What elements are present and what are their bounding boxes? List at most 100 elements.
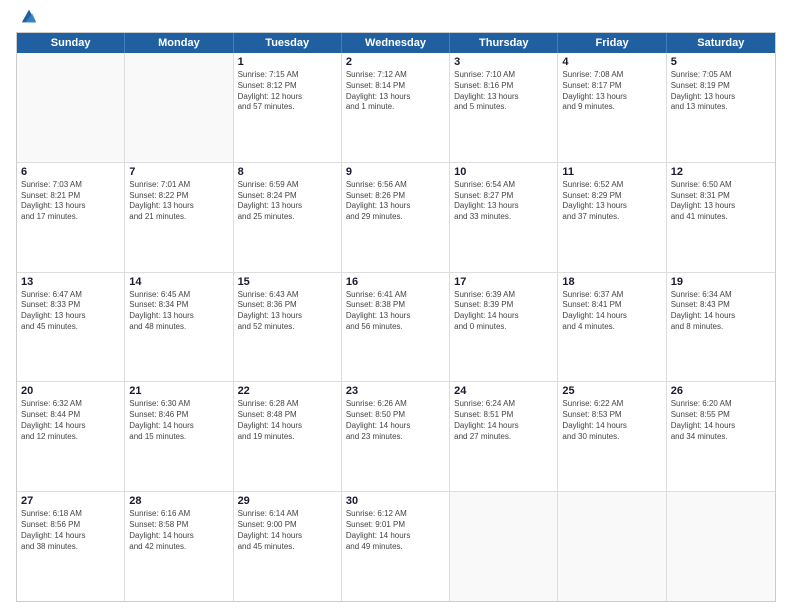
cell-info-line: and 19 minutes. — [238, 432, 337, 443]
day-number: 6 — [21, 166, 120, 178]
cell-info-line: Sunrise: 6:41 AM — [346, 290, 445, 301]
cell-info-line: Sunrise: 7:12 AM — [346, 70, 445, 81]
cell-info-line: Sunrise: 6:54 AM — [454, 180, 553, 191]
cell-info-line: Sunrise: 6:16 AM — [129, 509, 228, 520]
cell-info-line: and 52 minutes. — [238, 322, 337, 333]
cell-info-line: Sunrise: 6:50 AM — [671, 180, 771, 191]
cell-info-line: and 25 minutes. — [238, 212, 337, 223]
calendar-cell: 8Sunrise: 6:59 AMSunset: 8:24 PMDaylight… — [234, 163, 342, 272]
calendar-cell: 29Sunrise: 6:14 AMSunset: 9:00 PMDayligh… — [234, 492, 342, 601]
calendar-cell: 26Sunrise: 6:20 AMSunset: 8:55 PMDayligh… — [667, 382, 775, 491]
cell-info-line: and 37 minutes. — [562, 212, 661, 223]
cell-info-line: and 1 minute. — [346, 102, 445, 113]
day-number: 27 — [21, 495, 120, 507]
calendar-cell: 23Sunrise: 6:26 AMSunset: 8:50 PMDayligh… — [342, 382, 450, 491]
cell-info-line: Sunrise: 6:28 AM — [238, 399, 337, 410]
cell-info-line: Sunset: 8:41 PM — [562, 300, 661, 311]
day-number: 25 — [562, 385, 661, 397]
calendar-cell: 24Sunrise: 6:24 AMSunset: 8:51 PMDayligh… — [450, 382, 558, 491]
cell-info-line: Sunrise: 6:37 AM — [562, 290, 661, 301]
cell-info-line: and 42 minutes. — [129, 542, 228, 553]
calendar-header-row: SundayMondayTuesdayWednesdayThursdayFrid… — [17, 33, 775, 53]
calendar-cell: 13Sunrise: 6:47 AMSunset: 8:33 PMDayligh… — [17, 273, 125, 382]
cell-info-line: Sunrise: 6:52 AM — [562, 180, 661, 191]
cell-info-line: and 12 minutes. — [21, 432, 120, 443]
cell-info-line: Sunset: 8:43 PM — [671, 300, 771, 311]
calendar-cell: 14Sunrise: 6:45 AMSunset: 8:34 PMDayligh… — [125, 273, 233, 382]
calendar-cell: 1Sunrise: 7:15 AMSunset: 8:12 PMDaylight… — [234, 53, 342, 162]
cell-info-line: Sunset: 8:50 PM — [346, 410, 445, 421]
cell-info-line: Sunset: 8:39 PM — [454, 300, 553, 311]
cell-info-line: Sunrise: 7:10 AM — [454, 70, 553, 81]
cell-info-line: and 33 minutes. — [454, 212, 553, 223]
cell-info-line: Sunrise: 7:05 AM — [671, 70, 771, 81]
calendar-cell: 19Sunrise: 6:34 AMSunset: 8:43 PMDayligh… — [667, 273, 775, 382]
cell-info-line: Sunrise: 7:01 AM — [129, 180, 228, 191]
day-number: 30 — [346, 495, 445, 507]
cell-info-line: Sunset: 8:14 PM — [346, 81, 445, 92]
cell-info-line: Sunset: 8:38 PM — [346, 300, 445, 311]
calendar-cell: 22 Sunrise: 6:28 AMSunset: 8:48 PMDayligh… — [234, 382, 342, 491]
cell-info-line: and 4 minutes. — [562, 322, 661, 333]
calendar-row-2: 6Sunrise: 7:03 AMSunset: 8:21 PMDaylight… — [17, 163, 775, 273]
weekday-header-monday: Monday — [125, 33, 233, 53]
day-number: 24 — [454, 385, 553, 397]
calendar-cell: 4Sunrise: 7:08 AMSunset: 8:17 PMDaylight… — [558, 53, 666, 162]
day-number: 12 — [671, 166, 771, 178]
cell-info-line: Sunset: 8:48 PM — [238, 410, 337, 421]
day-number: 22 — [238, 385, 337, 397]
cell-info-line: Daylight: 13 hours — [129, 311, 228, 322]
cell-info-line: Daylight: 13 hours — [21, 201, 120, 212]
cell-info-line: Sunrise: 6:56 AM — [346, 180, 445, 191]
day-number: 17 — [454, 276, 553, 288]
weekday-header-thursday: Thursday — [450, 33, 558, 53]
day-number: 28 — [129, 495, 228, 507]
cell-info-line: and 56 minutes. — [346, 322, 445, 333]
cell-info-line: Daylight: 13 hours — [562, 201, 661, 212]
cell-info-line: Daylight: 13 hours — [454, 92, 553, 103]
cell-info-line: and 27 minutes. — [454, 432, 553, 443]
cell-info-line: Sunset: 8:16 PM — [454, 81, 553, 92]
cell-info-line: Sunset: 8:36 PM — [238, 300, 337, 311]
weekday-header-saturday: Saturday — [667, 33, 775, 53]
calendar-cell: 9Sunrise: 6:56 AMSunset: 8:26 PMDaylight… — [342, 163, 450, 272]
cell-info-line: Sunset: 8:21 PM — [21, 191, 120, 202]
logo-icon — [20, 8, 38, 26]
day-number: 8 — [238, 166, 337, 178]
cell-info-line: and 15 minutes. — [129, 432, 228, 443]
cell-info-line: Sunset: 8:44 PM — [21, 410, 120, 421]
day-number: 1 — [238, 56, 337, 68]
cell-info-line: Sunset: 8:26 PM — [346, 191, 445, 202]
calendar-cell: 15Sunrise: 6:43 AMSunset: 8:36 PMDayligh… — [234, 273, 342, 382]
cell-info-line: and 8 minutes. — [671, 322, 771, 333]
cell-info-line: Sunrise: 6:59 AM — [238, 180, 337, 191]
calendar-cell: 7Sunrise: 7:01 AMSunset: 8:22 PMDaylight… — [125, 163, 233, 272]
calendar-cell — [125, 53, 233, 162]
cell-info-line: and 48 minutes. — [129, 322, 228, 333]
cell-info-line: Sunrise: 6:20 AM — [671, 399, 771, 410]
cell-info-line: Daylight: 13 hours — [671, 92, 771, 103]
page: SundayMondayTuesdayWednesdayThursdayFrid… — [0, 0, 792, 612]
cell-info-line: Daylight: 14 hours — [346, 531, 445, 542]
cell-info-line: and 30 minutes. — [562, 432, 661, 443]
cell-info-line: Sunrise: 6:45 AM — [129, 290, 228, 301]
cell-info-line: Sunset: 8:33 PM — [21, 300, 120, 311]
calendar-cell: 27Sunrise: 6:18 AMSunset: 8:56 PMDayligh… — [17, 492, 125, 601]
cell-info-line: Daylight: 14 hours — [238, 421, 337, 432]
cell-info-line: and 41 minutes. — [671, 212, 771, 223]
day-number: 29 — [238, 495, 337, 507]
cell-info-line: and 49 minutes. — [346, 542, 445, 553]
day-number: 9 — [346, 166, 445, 178]
day-number: 14 — [129, 276, 228, 288]
cell-info-line: Daylight: 13 hours — [346, 311, 445, 322]
cell-info-line: Sunrise: 6:22 AM — [562, 399, 661, 410]
calendar-cell: 25Sunrise: 6:22 AMSunset: 8:53 PMDayligh… — [558, 382, 666, 491]
cell-info-line: Sunrise: 6:18 AM — [21, 509, 120, 520]
calendar-cell: 6Sunrise: 7:03 AMSunset: 8:21 PMDaylight… — [17, 163, 125, 272]
cell-info-line: Daylight: 13 hours — [21, 311, 120, 322]
cell-info-line: Daylight: 14 hours — [562, 311, 661, 322]
cell-info-line: and 38 minutes. — [21, 542, 120, 553]
cell-info-line: Sunrise: 7:15 AM — [238, 70, 337, 81]
calendar-cell: 18Sunrise: 6:37 AMSunset: 8:41 PMDayligh… — [558, 273, 666, 382]
calendar-cell: 12Sunrise: 6:50 AMSunset: 8:31 PMDayligh… — [667, 163, 775, 272]
